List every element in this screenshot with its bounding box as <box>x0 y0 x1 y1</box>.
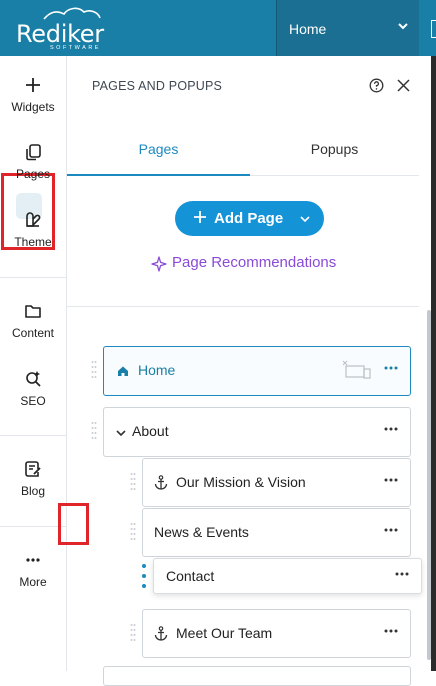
page-recommendations-label: Page Recommendations <box>172 254 337 271</box>
panel-tabs: Pages Popups <box>67 126 419 176</box>
drag-handle-icon[interactable] <box>130 472 136 492</box>
chevron-down-icon[interactable] <box>116 428 126 438</box>
more-options-icon[interactable] <box>384 528 398 532</box>
chevron-down-icon <box>300 216 310 223</box>
rail-item-seo[interactable]: SEO <box>0 370 66 408</box>
rediker-logo[interactable]: Rediker SOFTWARE <box>14 6 104 52</box>
panel-divider <box>67 306 419 307</box>
page-row-about[interactable]: About <box>103 407 411 457</box>
page-row-home[interactable]: Home <box>103 346 411 396</box>
sparkle-icon <box>151 256 167 272</box>
rail-item-blog[interactable]: Blog <box>0 460 66 498</box>
logo-cloud-icon <box>43 7 101 20</box>
add-page-label: Add Page <box>214 210 284 227</box>
device-visibility-icon[interactable] <box>342 360 372 380</box>
rail-label-blog: Blog <box>20 484 46 498</box>
drag-handle-active-icon[interactable] <box>141 563 147 591</box>
more-options-icon[interactable] <box>384 478 398 482</box>
rail-item-widgets[interactable]: Widgets <box>0 76 66 114</box>
rail-item-theme[interactable]: Theme <box>0 211 66 249</box>
more-options-icon[interactable] <box>384 629 398 633</box>
device-preview-icon[interactable] <box>431 20 436 38</box>
anchor-icon <box>154 475 168 490</box>
drag-handle-icon[interactable] <box>130 623 136 643</box>
current-page-label: Home <box>289 21 327 37</box>
rail-item-pages[interactable]: Pages <box>0 143 66 181</box>
page-label-home: Home <box>138 362 176 378</box>
theme-icon <box>26 212 41 227</box>
left-rail: Widgets Pages Theme Content SEO Blog Mor… <box>0 56 67 671</box>
rail-label-more: More <box>19 575 47 589</box>
page-row-partial[interactable] <box>103 666 411 686</box>
page-label-about: About <box>132 423 169 439</box>
logo-wordmark: Rediker <box>16 20 104 48</box>
page-selector-dropdown[interactable]: Home <box>276 0 419 56</box>
rail-label-seo: SEO <box>20 394 46 408</box>
tab-popups[interactable]: Popups <box>250 126 419 176</box>
page-label-contact: Contact <box>166 568 215 584</box>
rail-divider <box>0 526 66 527</box>
chevron-down-icon <box>398 23 408 30</box>
rail-divider <box>0 435 66 436</box>
rail-divider <box>0 277 66 278</box>
plus-icon <box>26 78 40 92</box>
contact-drag-highlight <box>58 503 89 545</box>
help-icon[interactable] <box>369 78 384 93</box>
drag-handle-icon[interactable] <box>130 522 136 542</box>
logo-subtitle: SOFTWARE <box>50 45 101 51</box>
drag-handle-icon[interactable] <box>91 360 97 380</box>
close-icon[interactable] <box>396 78 411 93</box>
rail-label-pages: Pages <box>15 167 51 181</box>
page-label-meet-our-team: Meet Our Team <box>176 625 273 641</box>
page-row-our-mission[interactable]: Our Mission & Vision <box>142 458 411 507</box>
rail-label-content: Content <box>11 326 55 340</box>
more-options-icon[interactable] <box>395 572 409 576</box>
rail-label-widgets: Widgets <box>11 100 55 114</box>
panel-title: PAGES AND POPUPS <box>92 79 223 93</box>
more-options-icon[interactable] <box>384 366 398 370</box>
page-row-news-events[interactable]: News & Events <box>142 508 411 557</box>
rail-item-content[interactable]: Content <box>0 302 66 340</box>
drag-handle-icon[interactable] <box>91 421 97 441</box>
rail-item-more[interactable]: More <box>0 551 66 589</box>
ellipsis-icon <box>26 558 40 562</box>
page-label-our-mission: Our Mission & Vision <box>176 474 306 490</box>
topbar-edge <box>419 0 436 56</box>
pages-icon <box>26 144 41 161</box>
blog-icon <box>25 461 41 477</box>
anchor-icon <box>154 626 168 641</box>
seo-search-icon <box>26 371 41 387</box>
rail-label-theme: Theme <box>14 235 52 249</box>
canvas-edge <box>431 56 436 671</box>
page-row-contact[interactable]: Contact <box>153 558 422 594</box>
page-row-meet-our-team[interactable]: Meet Our Team <box>142 609 411 658</box>
more-options-icon[interactable] <box>384 427 398 431</box>
home-icon <box>118 366 128 376</box>
page-label-news-events: News & Events <box>154 524 249 540</box>
folder-icon <box>25 305 41 318</box>
tab-pages[interactable]: Pages <box>67 126 250 176</box>
plus-icon <box>194 211 206 223</box>
top-bar: Rediker SOFTWARE Home <box>0 0 436 56</box>
add-page-button[interactable]: Add Page <box>175 201 324 236</box>
